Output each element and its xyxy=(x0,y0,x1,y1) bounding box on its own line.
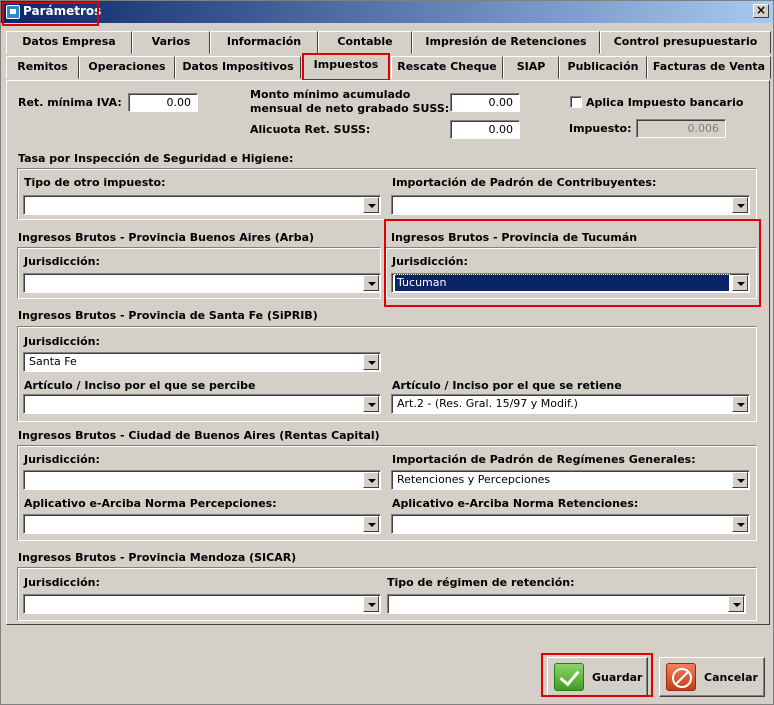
tab-control-presupuestario[interactable]: Control presupuestario xyxy=(600,31,771,54)
tipo-otro-impuesto-select[interactable] xyxy=(23,195,381,215)
caba-jurisdiccion-label: Jurisdicción: xyxy=(24,453,100,466)
tab-operaciones[interactable]: Operaciones xyxy=(79,56,175,79)
caba-jurisdiccion-select[interactable] xyxy=(23,470,381,490)
tucuman-highlight xyxy=(384,219,761,307)
mendoza-title: Ingresos Brutos - Provincia Mendoza (SIC… xyxy=(18,551,297,564)
mendoza-jurisdiccion-select[interactable] xyxy=(23,594,381,614)
tab-datos-impositivos[interactable]: Datos Impositivos xyxy=(175,56,301,79)
chevron-down-icon[interactable] xyxy=(728,596,744,612)
mendoza-regimen-select[interactable] xyxy=(387,594,746,614)
caba-retenciones-label: Aplicativo e-Arciba Norma Retenciones: xyxy=(392,497,639,510)
arba-jurisdiccion-value xyxy=(27,275,360,291)
cancel-button[interactable]: Cancelar xyxy=(659,657,765,697)
mendoza-jurisdiccion-value xyxy=(27,596,360,612)
alicuota-label: Alicuota Ret. SUSS: xyxy=(250,123,371,136)
tipo-otro-impuesto-label: Tipo de otro impuesto: xyxy=(24,176,166,189)
ret-min-iva-input[interactable]: 0.00 xyxy=(128,93,198,112)
tab-remitos[interactable]: Remitos xyxy=(6,56,79,79)
alicuota-input[interactable]: 0.00 xyxy=(450,120,520,139)
title-highlight xyxy=(2,2,99,26)
close-button[interactable]: × xyxy=(753,4,769,18)
chevron-down-icon[interactable] xyxy=(363,396,379,412)
ret-min-iva-label: Ret. mínima IVA: xyxy=(18,96,122,109)
tab-varios[interactable]: Varios xyxy=(132,31,210,54)
caba-retenciones-select[interactable] xyxy=(391,514,750,534)
aplica-impuesto-checkbox[interactable] xyxy=(570,96,582,108)
mendoza-jurisdiccion-label: Jurisdicción: xyxy=(24,576,100,589)
monto-minimo-label-2: mensual de neto grabado SUSS: xyxy=(250,102,450,115)
importacion-padron-value xyxy=(395,197,729,213)
importacion-padron-select[interactable] xyxy=(391,195,750,215)
aplica-impuesto-label: Aplica Impuesto bancario xyxy=(586,96,744,109)
santafe-percibe-label: Artículo / Inciso por el que se percibe xyxy=(24,379,256,392)
chevron-down-icon[interactable] xyxy=(732,516,748,532)
tab-siap[interactable]: SIAP xyxy=(503,56,559,79)
santafe-jurisdiccion-value: Santa Fe xyxy=(29,355,77,368)
santafe-percibe-select[interactable] xyxy=(23,394,381,414)
tab-impresion-retenciones[interactable]: Impresión de Retenciones xyxy=(412,31,600,54)
santafe-title: Ingresos Brutos - Provincia de Santa Fe … xyxy=(18,309,318,322)
arba-jurisdiccion-label: Jurisdicción: xyxy=(24,255,100,268)
chevron-down-icon[interactable] xyxy=(363,197,379,213)
title-bar: Parámetros × xyxy=(1,1,773,23)
tab-highlight xyxy=(302,53,390,81)
chevron-down-icon[interactable] xyxy=(363,354,379,370)
mendoza-regimen-label: Tipo de régimen de retención: xyxy=(387,576,575,589)
impuesto-label: Impuesto: xyxy=(569,122,632,135)
caba-padron-select[interactable]: Retenciones y Percepciones xyxy=(391,470,750,490)
santafe-retiene-label: Artículo / Inciso por el que se retiene xyxy=(392,379,622,392)
chevron-down-icon[interactable] xyxy=(363,275,379,291)
save-highlight xyxy=(541,653,653,697)
monto-minimo-label-1: Monto mínimo acumulado xyxy=(250,88,411,101)
cancel-button-label: Cancelar xyxy=(704,671,758,684)
monto-minimo-input[interactable]: 0.00 xyxy=(450,93,520,112)
caba-padron-value: Retenciones y Percepciones xyxy=(397,473,551,486)
caba-percepciones-select[interactable] xyxy=(23,514,381,534)
chevron-down-icon[interactable] xyxy=(732,472,748,488)
caba-jurisdiccion-value xyxy=(27,472,360,488)
tipo-otro-impuesto-value xyxy=(27,197,360,213)
chevron-down-icon[interactable] xyxy=(732,396,748,412)
santafe-retiene-value: Art.2 - (Res. Gral. 15/97 y Modif.) xyxy=(397,397,578,410)
importacion-padron-label: Importación de Padrón de Contribuyentes: xyxy=(392,176,657,189)
caba-title: Ingresos Brutos - Ciudad de Buenos Aires… xyxy=(18,429,380,442)
tab-publicacion[interactable]: Publicación xyxy=(559,56,647,79)
santafe-retiene-select[interactable]: Art.2 - (Res. Gral. 15/97 y Modif.) xyxy=(391,394,750,414)
tab-contable[interactable]: Contable xyxy=(318,31,412,54)
arba-title: Ingresos Brutos - Provincia Buenos Aires… xyxy=(18,231,315,244)
tab-rescate-cheque[interactable]: Rescate Cheque xyxy=(391,56,503,79)
santafe-percibe-value xyxy=(27,396,360,412)
tab-facturas-venta[interactable]: Facturas de Venta xyxy=(647,56,771,79)
caba-padron-label: Importación de Padrón de Regímenes Gener… xyxy=(392,453,696,466)
santafe-jurisdiccion-label: Jurisdicción: xyxy=(24,335,100,348)
chevron-down-icon[interactable] xyxy=(363,516,379,532)
santafe-jurisdiccion-select[interactable]: Santa Fe xyxy=(23,352,381,372)
cancel-icon xyxy=(666,663,696,691)
chevron-down-icon[interactable] xyxy=(363,472,379,488)
impuesto-input: 0.006 xyxy=(636,119,726,138)
caba-retenciones-value xyxy=(395,516,729,532)
tasa-title: Tasa por Inspección de Seguridad e Higie… xyxy=(18,152,294,165)
arba-jurisdiccion-select[interactable] xyxy=(23,273,381,293)
chevron-down-icon[interactable] xyxy=(732,197,748,213)
tab-datos-empresa[interactable]: Datos Empresa xyxy=(6,31,132,54)
mendoza-regimen-value xyxy=(391,596,725,612)
tab-informacion[interactable]: Información xyxy=(210,31,318,54)
caba-percepciones-value xyxy=(27,516,360,532)
chevron-down-icon[interactable] xyxy=(363,596,379,612)
parametros-window: Parámetros × Datos Empresa Varios Inform… xyxy=(0,0,774,705)
caba-percepciones-label: Aplicativo e-Arciba Norma Percepciones: xyxy=(24,497,277,510)
